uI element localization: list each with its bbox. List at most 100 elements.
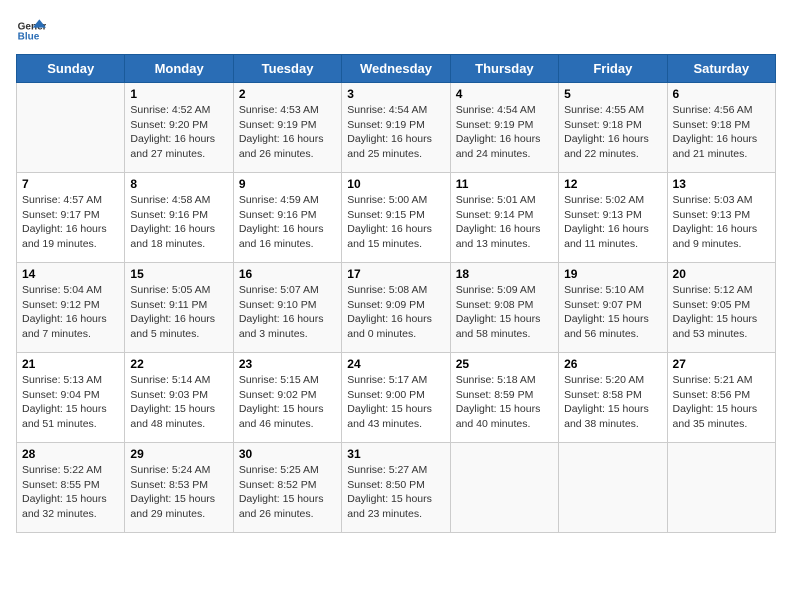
day-number: 10	[347, 177, 444, 191]
day-cell: 6 Sunrise: 4:56 AMSunset: 9:18 PMDaylight…	[667, 83, 775, 173]
day-number: 20	[673, 267, 770, 281]
day-number: 19	[564, 267, 661, 281]
day-cell: 22 Sunrise: 5:14 AMSunset: 9:03 PMDayligh…	[125, 353, 233, 443]
day-info: Sunrise: 5:25 AMSunset: 8:52 PMDaylight:…	[239, 463, 336, 522]
day-cell: 19 Sunrise: 5:10 AMSunset: 9:07 PMDayligh…	[559, 263, 667, 353]
day-number: 15	[130, 267, 227, 281]
day-header-tuesday: Tuesday	[233, 55, 341, 83]
day-info: Sunrise: 5:15 AMSunset: 9:02 PMDaylight:…	[239, 373, 336, 432]
day-number: 24	[347, 357, 444, 371]
week-row-3: 14Sunrise: 5:04 AMSunset: 9:12 PMDayligh…	[17, 263, 776, 353]
day-number: 25	[456, 357, 553, 371]
day-number: 7	[22, 177, 119, 191]
svg-text:Blue: Blue	[18, 31, 40, 42]
day-number: 26	[564, 357, 661, 371]
day-info: Sunrise: 4:55 AMSunset: 9:18 PMDaylight:…	[564, 103, 661, 162]
day-info: Sunrise: 5:22 AMSunset: 8:55 PMDaylight:…	[22, 463, 119, 522]
day-info: Sunrise: 5:12 AMSunset: 9:05 PMDaylight:…	[673, 283, 770, 342]
day-info: Sunrise: 4:56 AMSunset: 9:18 PMDaylight:…	[673, 103, 770, 162]
day-cell: 2Sunrise: 4:53 AMSunset: 9:19 PMDaylight…	[233, 83, 341, 173]
day-number: 16	[239, 267, 336, 281]
day-header-wednesday: Wednesday	[342, 55, 450, 83]
logo: General Blue	[16, 16, 46, 46]
day-cell: 24 Sunrise: 5:17 AMSunset: 9:00 PMDayligh…	[342, 353, 450, 443]
day-info: Sunrise: 5:17 AMSunset: 9:00 PMDaylight:…	[347, 373, 444, 432]
day-number: 30	[239, 447, 336, 461]
day-info: Sunrise: 5:07 AMSunset: 9:10 PMDaylight:…	[239, 283, 336, 342]
day-header-sunday: Sunday	[17, 55, 125, 83]
day-cell: 14Sunrise: 5:04 AMSunset: 9:12 PMDayligh…	[17, 263, 125, 353]
day-info: Sunrise: 5:08 AMSunset: 9:09 PMDaylight:…	[347, 283, 444, 342]
day-cell: 8 Sunrise: 4:58 AMSunset: 9:16 PMDaylight…	[125, 173, 233, 263]
day-info: Sunrise: 5:05 AMSunset: 9:11 PMDaylight:…	[130, 283, 227, 342]
day-number: 5	[564, 87, 661, 101]
day-cell: 17Sunrise: 5:08 AMSunset: 9:09 PMDayligh…	[342, 263, 450, 353]
day-cell: 18 Sunrise: 5:09 AMSunset: 9:08 PMDayligh…	[450, 263, 558, 353]
day-number: 22	[130, 357, 227, 371]
day-number: 21	[22, 357, 119, 371]
day-info: Sunrise: 5:27 AMSunset: 8:50 PMDaylight:…	[347, 463, 444, 522]
day-cell: 29Sunrise: 5:24 AMSunset: 8:53 PMDayligh…	[125, 443, 233, 533]
calendar-body: 1 Sunrise: 4:52 AMSunset: 9:20 PMDaylight…	[17, 83, 776, 533]
day-cell	[667, 443, 775, 533]
logo-icon: General Blue	[16, 16, 46, 46]
calendar-header: General Blue	[16, 16, 776, 46]
day-number: 23	[239, 357, 336, 371]
day-info: Sunrise: 5:01 AMSunset: 9:14 PMDaylight:…	[456, 193, 553, 252]
day-number: 18	[456, 267, 553, 281]
day-cell: 26 Sunrise: 5:20 AMSunset: 8:58 PMDayligh…	[559, 353, 667, 443]
days-header-row: SundayMondayTuesdayWednesdayThursdayFrid…	[17, 55, 776, 83]
day-cell: 31 Sunrise: 5:27 AMSunset: 8:50 PMDayligh…	[342, 443, 450, 533]
day-header-friday: Friday	[559, 55, 667, 83]
day-cell	[450, 443, 558, 533]
day-cell: 4Sunrise: 4:54 AMSunset: 9:19 PMDaylight…	[450, 83, 558, 173]
day-info: Sunrise: 5:14 AMSunset: 9:03 PMDaylight:…	[130, 373, 227, 432]
day-info: Sunrise: 4:57 AMSunset: 9:17 PMDaylight:…	[22, 193, 119, 252]
day-info: Sunrise: 5:24 AMSunset: 8:53 PMDaylight:…	[130, 463, 227, 522]
week-row-1: 1 Sunrise: 4:52 AMSunset: 9:20 PMDaylight…	[17, 83, 776, 173]
day-info: Sunrise: 4:58 AMSunset: 9:16 PMDaylight:…	[130, 193, 227, 252]
day-number: 27	[673, 357, 770, 371]
day-number: 31	[347, 447, 444, 461]
day-cell: 13Sunrise: 5:03 AMSunset: 9:13 PMDayligh…	[667, 173, 775, 263]
day-number: 9	[239, 177, 336, 191]
day-cell: 10 Sunrise: 5:00 AMSunset: 9:15 PMDayligh…	[342, 173, 450, 263]
day-cell: 30 Sunrise: 5:25 AMSunset: 8:52 PMDayligh…	[233, 443, 341, 533]
day-info: Sunrise: 5:00 AMSunset: 9:15 PMDaylight:…	[347, 193, 444, 252]
day-info: Sunrise: 5:10 AMSunset: 9:07 PMDaylight:…	[564, 283, 661, 342]
day-cell	[559, 443, 667, 533]
day-number: 8	[130, 177, 227, 191]
day-cell	[17, 83, 125, 173]
day-cell: 28 Sunrise: 5:22 AMSunset: 8:55 PMDayligh…	[17, 443, 125, 533]
day-number: 3	[347, 87, 444, 101]
day-info: Sunrise: 5:09 AMSunset: 9:08 PMDaylight:…	[456, 283, 553, 342]
day-info: Sunrise: 4:54 AMSunset: 9:19 PMDaylight:…	[347, 103, 444, 162]
day-cell: 5 Sunrise: 4:55 AMSunset: 9:18 PMDaylight…	[559, 83, 667, 173]
day-info: Sunrise: 5:02 AMSunset: 9:13 PMDaylight:…	[564, 193, 661, 252]
day-info: Sunrise: 5:20 AMSunset: 8:58 PMDaylight:…	[564, 373, 661, 432]
day-info: Sunrise: 4:52 AMSunset: 9:20 PMDaylight:…	[130, 103, 227, 162]
week-row-4: 21 Sunrise: 5:13 AMSunset: 9:04 PMDayligh…	[17, 353, 776, 443]
day-cell: 9Sunrise: 4:59 AMSunset: 9:16 PMDaylight…	[233, 173, 341, 263]
day-info: Sunrise: 5:03 AMSunset: 9:13 PMDaylight:…	[673, 193, 770, 252]
day-cell: 23 Sunrise: 5:15 AMSunset: 9:02 PMDayligh…	[233, 353, 341, 443]
day-cell: 7 Sunrise: 4:57 AMSunset: 9:17 PMDaylight…	[17, 173, 125, 263]
day-cell: 11 Sunrise: 5:01 AMSunset: 9:14 PMDayligh…	[450, 173, 558, 263]
day-number: 28	[22, 447, 119, 461]
day-number: 11	[456, 177, 553, 191]
day-cell: 1 Sunrise: 4:52 AMSunset: 9:20 PMDaylight…	[125, 83, 233, 173]
day-info: Sunrise: 5:13 AMSunset: 9:04 PMDaylight:…	[22, 373, 119, 432]
day-number: 1	[130, 87, 227, 101]
week-row-5: 28 Sunrise: 5:22 AMSunset: 8:55 PMDayligh…	[17, 443, 776, 533]
day-header-monday: Monday	[125, 55, 233, 83]
day-number: 6	[673, 87, 770, 101]
day-cell: 12Sunrise: 5:02 AMSunset: 9:13 PMDayligh…	[559, 173, 667, 263]
day-number: 4	[456, 87, 553, 101]
day-cell: 25 Sunrise: 5:18 AMSunset: 8:59 PMDayligh…	[450, 353, 558, 443]
day-info: Sunrise: 4:53 AMSunset: 9:19 PMDaylight:…	[239, 103, 336, 162]
day-cell: 27Sunrise: 5:21 AMSunset: 8:56 PMDayligh…	[667, 353, 775, 443]
day-cell: 3 Sunrise: 4:54 AMSunset: 9:19 PMDaylight…	[342, 83, 450, 173]
day-cell: 21 Sunrise: 5:13 AMSunset: 9:04 PMDayligh…	[17, 353, 125, 443]
day-info: Sunrise: 5:04 AMSunset: 9:12 PMDaylight:…	[22, 283, 119, 342]
day-info: Sunrise: 5:18 AMSunset: 8:59 PMDaylight:…	[456, 373, 553, 432]
